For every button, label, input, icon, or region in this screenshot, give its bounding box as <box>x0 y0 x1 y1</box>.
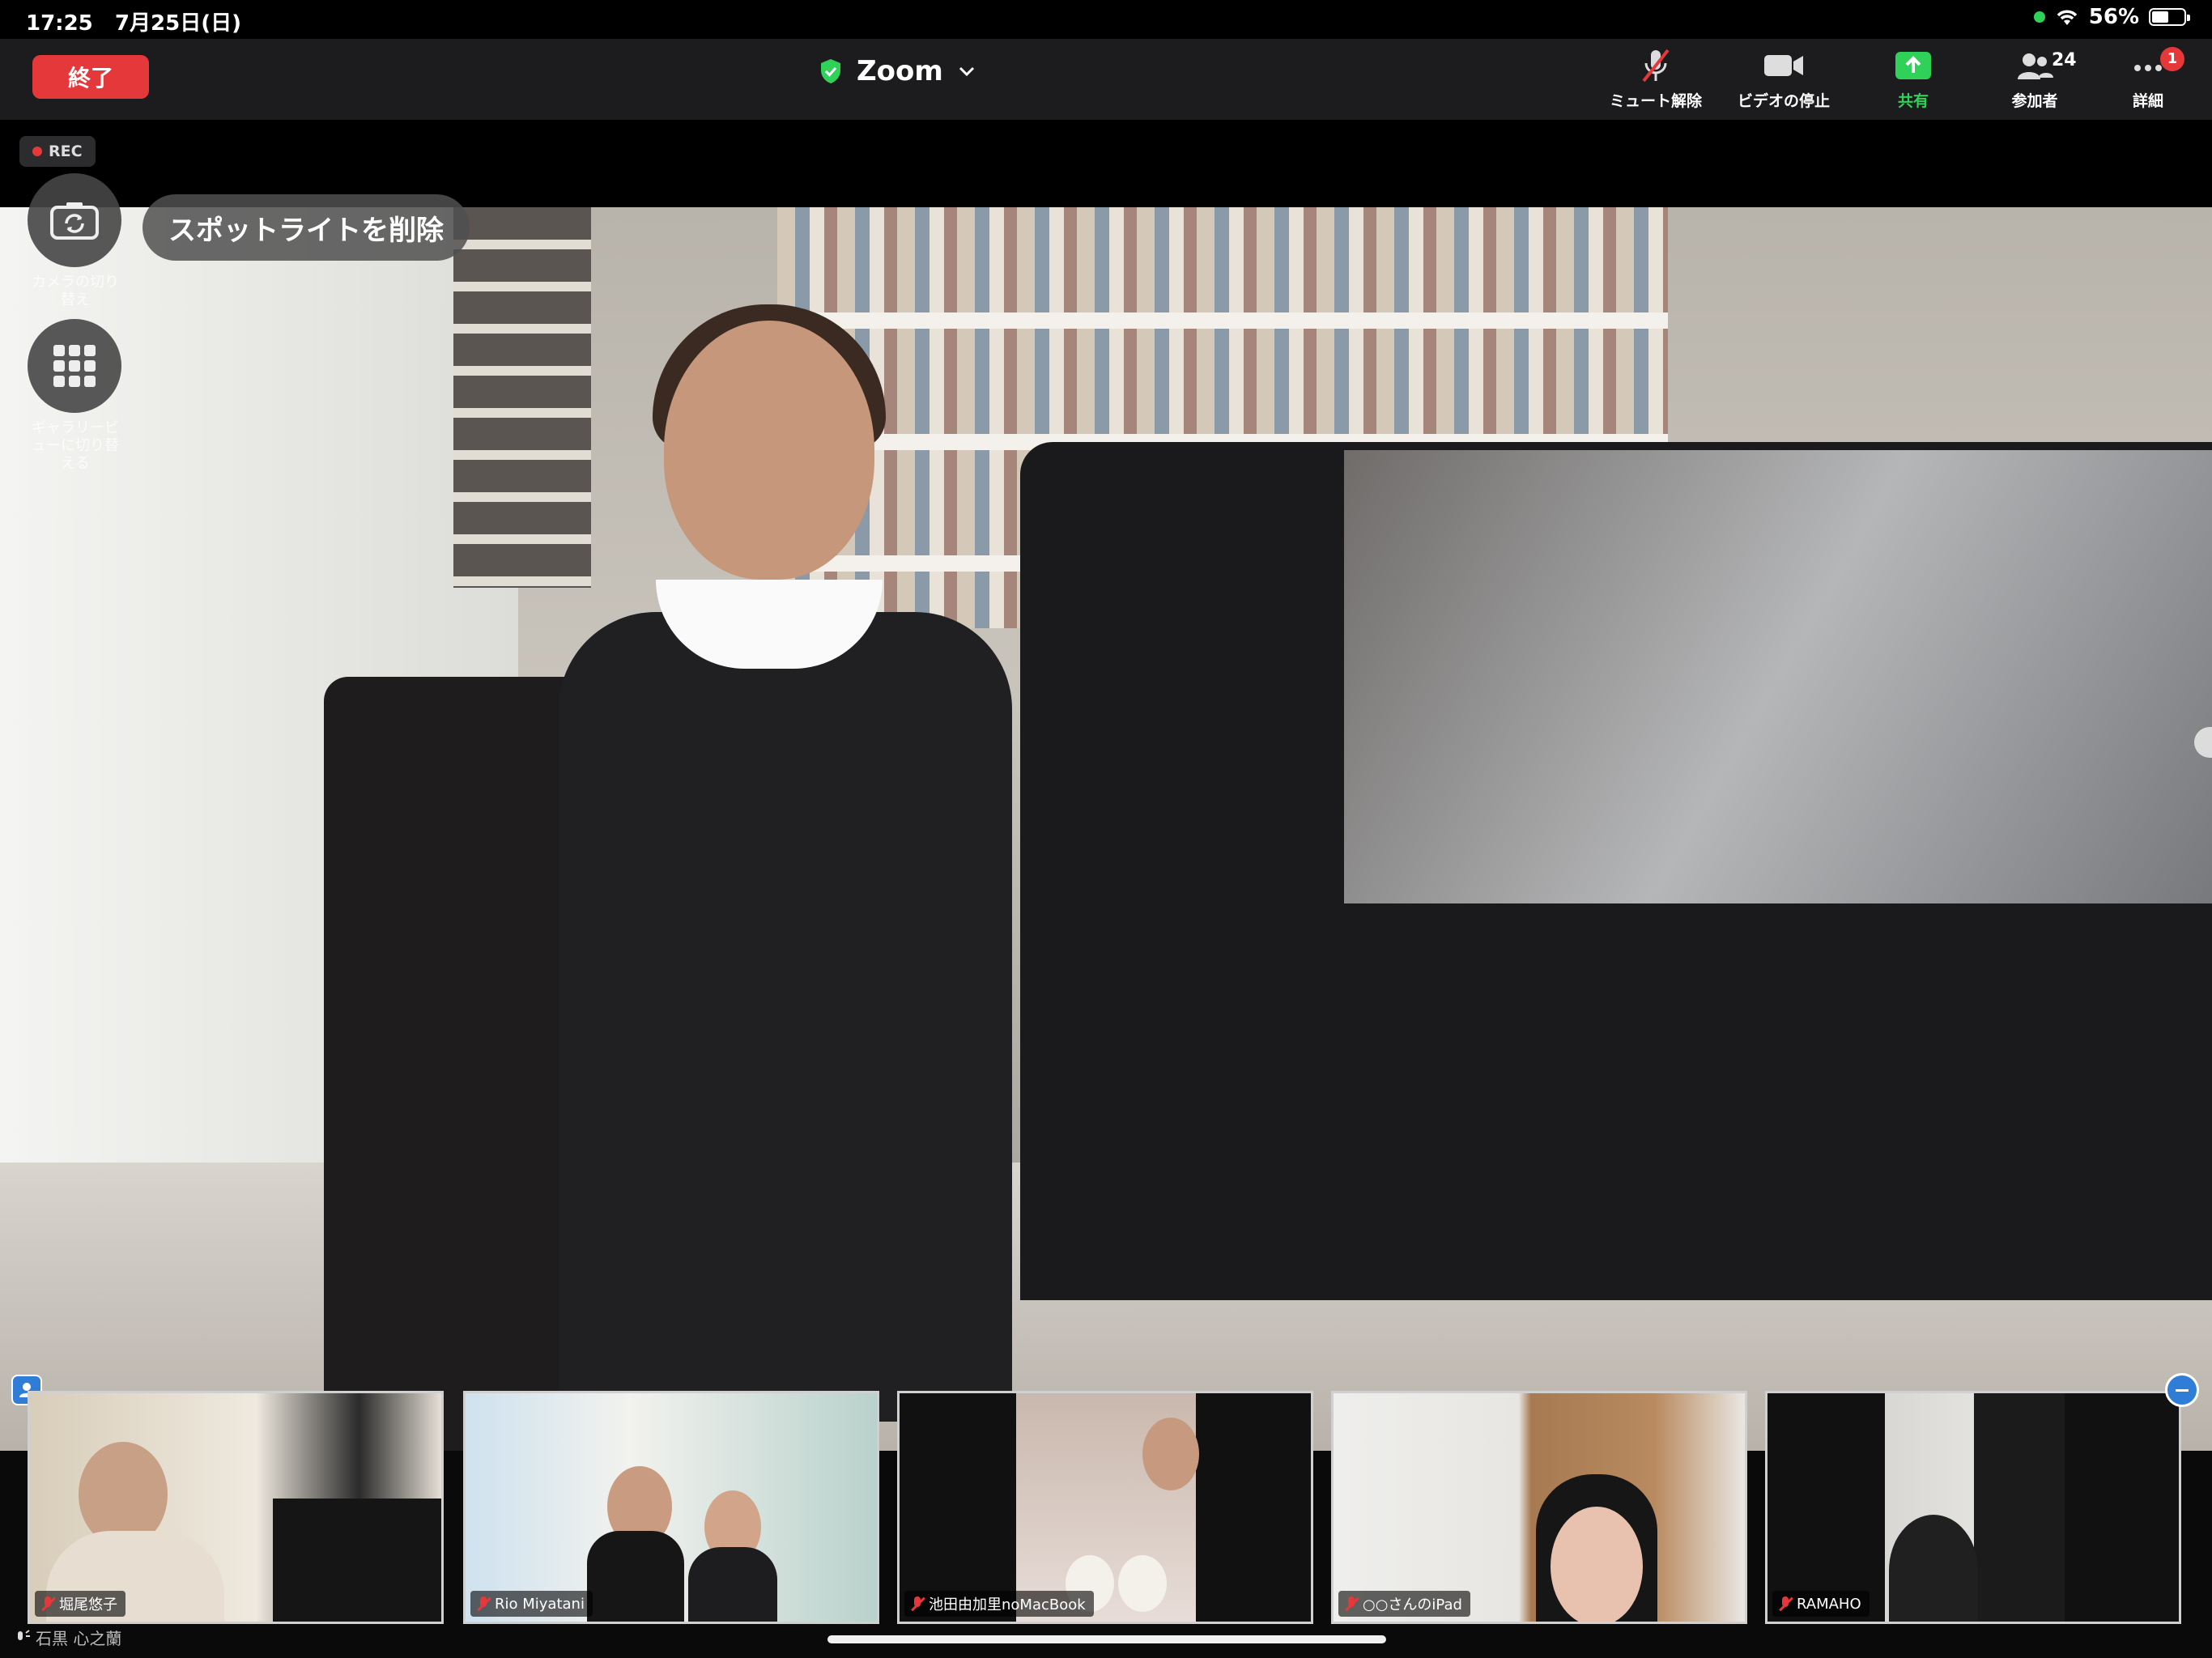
participant-name: Rio Miyatani <box>495 1595 585 1613</box>
collapse-thumbnails-icon[interactable] <box>2165 1373 2199 1407</box>
status-time: 17:25 7月25日(日) <box>26 11 241 36</box>
participant-name-tag: ○○さんのiPad <box>1338 1591 1470 1617</box>
grid-icon <box>53 345 96 387</box>
more-button[interactable]: 1 詳細 <box>2079 47 2212 111</box>
meeting-title-text: Zoom <box>857 55 943 87</box>
share-arrow-icon <box>1895 52 1931 79</box>
stop-video-label: ビデオの停止 <box>1737 92 1830 110</box>
participant-name-tag: RAMAHO <box>1772 1591 1870 1617</box>
record-dot-icon <box>32 147 42 156</box>
participant-name-tag: Rio Miyatani <box>470 1591 593 1617</box>
mic-off-icon <box>1343 1596 1359 1612</box>
shield-check-icon <box>821 59 840 83</box>
gallery-view-button[interactable]: ギャラリービューに切り替える <box>28 319 123 473</box>
chevron-down-icon <box>959 66 974 77</box>
more-label: 詳細 <box>2132 92 2163 110</box>
mic-off-icon <box>475 1596 491 1612</box>
battery-icon <box>2149 8 2190 26</box>
recording-label: REC <box>49 142 83 160</box>
meeting-toolbar: 終了 Zoom ミュート解除 ビデオの停止 共有 24 参加者 1 詳細 <box>0 39 2212 120</box>
participant-thumbnail[interactable]: ○○さんのiPad <box>1331 1391 1747 1624</box>
recording-indicator: REC <box>19 136 96 167</box>
speaker-wave-icon <box>18 1629 30 1640</box>
battery-percent: 56% <box>2088 5 2139 29</box>
more-notification-badge: 1 <box>2160 47 2184 71</box>
home-indicator[interactable] <box>827 1635 1386 1643</box>
unmute-label: ミュート解除 <box>1609 92 1702 110</box>
camera-switch-button[interactable]: カメラの切り替え <box>28 173 123 309</box>
gallery-view-label: ギャラリービューに切り替える <box>32 419 119 472</box>
camera-switch-circle <box>28 173 121 267</box>
participants-label: 参加者 <box>2011 92 2058 110</box>
mic-muted-icon <box>1642 49 1670 83</box>
status-date: 7月25日(日) <box>114 11 241 36</box>
mic-active-indicator-icon <box>2033 11 2045 23</box>
mic-off-icon <box>40 1596 56 1612</box>
share-button[interactable]: 共有 <box>1844 47 1982 111</box>
participants-count: 24 <box>2052 50 2077 70</box>
active-speaker-name: 石黒 心之蘭 <box>36 1629 122 1648</box>
participant-thumbnail[interactable]: RAMAHO <box>1765 1391 2181 1624</box>
participant-name: ○○さんのiPad <box>1363 1596 1462 1613</box>
share-label: 共有 <box>1897 92 1929 110</box>
participant-name-tag: 堀尾悠子 <box>35 1591 125 1617</box>
participant-name: 堀尾悠子 <box>59 1596 117 1613</box>
participant-name-tag: 池田由加里noMacBook <box>904 1591 1094 1617</box>
wifi-icon <box>2057 10 2078 25</box>
stop-video-button[interactable]: ビデオの停止 <box>1715 47 1853 111</box>
video-participant-figure <box>502 272 1134 1451</box>
active-speaker-indicator: 石黒 心之蘭 <box>16 1626 121 1649</box>
status-right: 56% <box>2033 5 2190 29</box>
meeting-title[interactable]: Zoom <box>819 55 976 87</box>
end-meeting-button[interactable]: 終了 <box>32 55 149 99</box>
participant-thumbnail[interactable]: 池田由加里noMacBook <box>897 1391 1313 1624</box>
participant-thumbnail[interactable]: Rio Miyatani <box>463 1391 879 1624</box>
camera-switch-label: カメラの切り替え <box>32 274 119 308</box>
spotlight-video[interactable] <box>0 207 2212 1451</box>
mic-off-icon <box>1777 1596 1793 1612</box>
participant-name: 池田由加里noMacBook <box>929 1596 1086 1613</box>
remove-spotlight-button[interactable]: スポットライトを削除 <box>143 194 470 261</box>
participant-name: RAMAHO <box>1797 1595 1861 1613</box>
video-camera-icon <box>1764 55 1803 76</box>
participant-thumbnail[interactable]: 堀尾悠子 <box>28 1391 444 1624</box>
unmute-button[interactable]: ミュート解除 <box>1587 47 1725 111</box>
video-piano-reflection <box>1344 450 2212 903</box>
gallery-view-circle <box>28 319 121 413</box>
mic-off-icon <box>909 1596 925 1612</box>
status-bar: 17:25 7月25日(日) 56% <box>0 0 2212 39</box>
camera-rotate-icon <box>50 202 99 240</box>
